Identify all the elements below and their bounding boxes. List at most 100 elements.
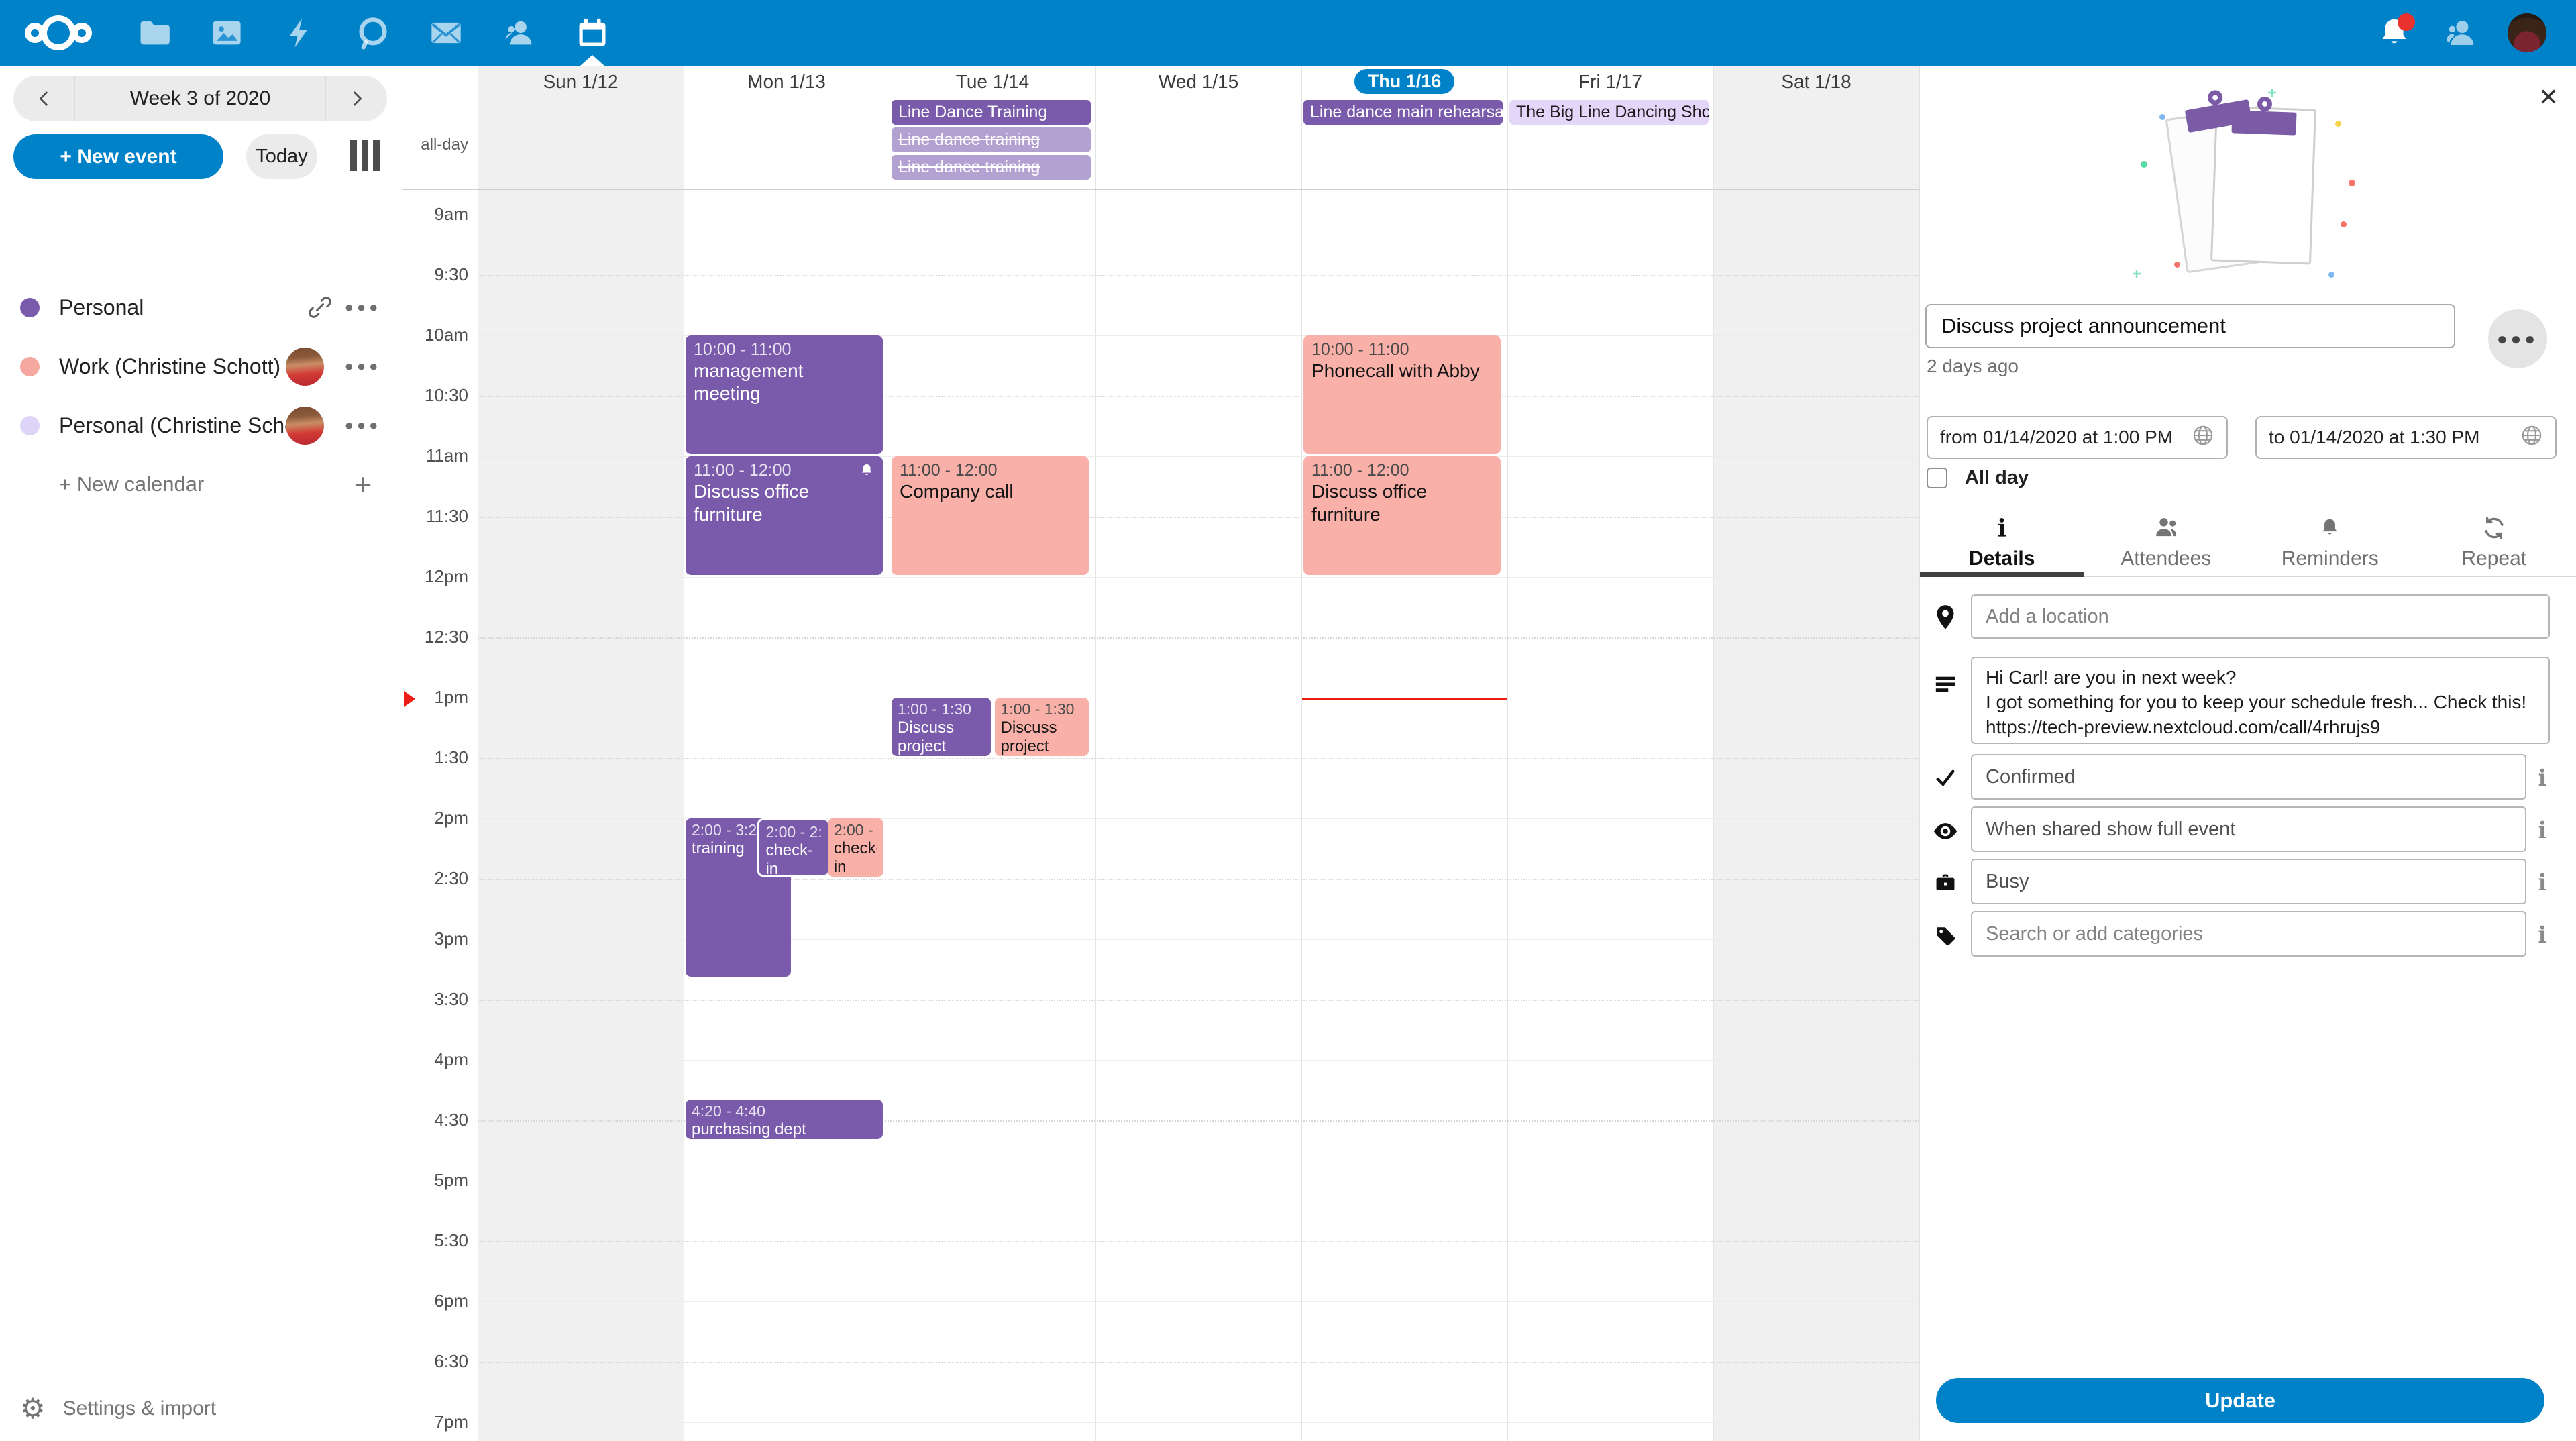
info-icon: i [1997, 517, 2006, 541]
time-label: 4:30 [402, 1110, 468, 1130]
freebusy-select[interactable]: Busy [1971, 859, 2526, 904]
time-label: 11am [402, 445, 468, 466]
calendar-event[interactable]: 4:20 - 4:40purchasing dept [686, 1100, 883, 1138]
mail-app-icon[interactable] [409, 0, 482, 66]
start-datetime-value: from 01/14/2020 at 1:00 PM [1940, 427, 2173, 448]
close-icon[interactable]: ✕ [2538, 83, 2559, 111]
freebusy-info-icon[interactable]: i [2528, 869, 2557, 896]
settings-import-button[interactable]: ⚙ Settings & import [20, 1387, 216, 1430]
day-header-mon[interactable]: Mon 1/13 [684, 66, 890, 97]
status-select[interactable]: Confirmed [1971, 754, 2526, 800]
event-title: management meeting [694, 360, 875, 405]
calendar-event[interactable]: 2:00 - 2:30check-in [828, 818, 883, 877]
calendar-event[interactable]: 2:00 - 2:30check-in [757, 818, 830, 877]
visibility-info-icon[interactable]: i [2528, 817, 2557, 844]
day-header-thu[interactable]: Thu 1/16 [1301, 66, 1507, 97]
contacts-app-icon[interactable] [482, 0, 555, 66]
calendar-event[interactable]: 1:00 - 1:30Discuss project [995, 698, 1089, 756]
calendar-event[interactable]: 10:00 - 11:00Phonecall with Abby [1303, 335, 1501, 454]
event-more-button[interactable]: ●●● [2488, 309, 2547, 368]
shared-by-avatar [286, 407, 324, 445]
calendar-item-personal-christine[interactable]: Personal (Christine Scho... ●●● [0, 396, 402, 455]
photos-app-icon[interactable] [190, 0, 263, 66]
today-button[interactable]: Today [246, 134, 317, 179]
time-label: 2:30 [402, 868, 468, 889]
day-header-fri[interactable]: Fri 1/17 [1507, 66, 1713, 97]
calendar-event[interactable]: 11:00 - 12:00Discuss office furniture [686, 456, 883, 575]
event-time: 10:00 - 11:00 [694, 339, 875, 360]
new-event-button[interactable]: + New event [13, 134, 223, 179]
grid-line [478, 1422, 1919, 1423]
share-link-icon[interactable] [299, 295, 341, 319]
calendar-actions-icon[interactable]: ●●● [341, 417, 384, 434]
notifications-bell-icon[interactable] [2376, 15, 2412, 51]
calendar-app-icon[interactable] [555, 0, 629, 66]
calendar-actions-icon[interactable]: ●●● [341, 299, 384, 316]
day-header-wed[interactable]: Wed 1/15 [1095, 66, 1301, 97]
current-time-line [1302, 698, 1507, 700]
event-time: 11:00 - 12:00 [1311, 460, 1493, 480]
start-datetime-field[interactable]: from 01/14/2020 at 1:00 PM [1927, 416, 2228, 459]
day-header-sat[interactable]: Sat 1/18 [1713, 66, 1919, 97]
categories-info-icon[interactable]: i [2528, 922, 2557, 949]
contacts-menu-icon[interactable] [2442, 15, 2478, 51]
allday-event[interactable]: Line dance main rehearsal [1303, 100, 1503, 125]
previous-week-button[interactable] [13, 76, 75, 121]
description-textarea[interactable]: Hi Carl! are you in next week? I got som… [1971, 657, 2550, 744]
allday-gutter-label: all-day [402, 136, 468, 154]
calendar-item-personal[interactable]: Personal ●●● [0, 278, 402, 337]
update-button[interactable]: Update [1936, 1378, 2544, 1423]
calendar-event[interactable]: 11:00 - 12:00Discuss office furniture [1303, 456, 1501, 575]
week-grid: Sun 1/12 Mon 1/13 Tue 1/14Wed 1/15Thu 1/16… [402, 66, 1919, 1441]
day-header-row: Sun 1/12 Mon 1/13 Tue 1/14Wed 1/15Thu 1/16… [402, 66, 1919, 97]
time-label: 12:30 [402, 627, 468, 647]
end-datetime-field[interactable]: to 01/14/2020 at 1:30 PM [2255, 416, 2557, 459]
timezone-globe-icon[interactable] [2192, 424, 2214, 451]
visibility-eye-icon [1931, 820, 1960, 843]
nextcloud-logo[interactable] [0, 0, 117, 66]
event-title: Discuss project [1001, 718, 1083, 756]
event-title: Discuss office furniture [694, 480, 875, 525]
allday-event[interactable]: Line dance training [892, 127, 1091, 152]
event-time: 1:00 - 1:30 [1001, 700, 1083, 718]
grid-line [478, 577, 1919, 578]
gear-icon: ⚙ [20, 1395, 46, 1423]
shared-by-avatar [286, 348, 324, 386]
calendar-event[interactable]: 11:00 - 12:00Company call [892, 456, 1089, 575]
day-header-sun[interactable]: Sun 1/12 [478, 66, 684, 97]
week-label[interactable]: Week 3 of 2020 [75, 87, 325, 110]
time-label: 7pm [402, 1411, 468, 1432]
logo-circle [41, 15, 76, 50]
tab-details[interactable]: i Details [1920, 507, 2084, 576]
categories-input[interactable] [1971, 911, 2526, 957]
allday-event[interactable]: Line dance training [892, 155, 1091, 180]
event-time: 2:00 - 2:30 [765, 823, 822, 841]
visibility-select[interactable]: When shared show full event [1971, 806, 2526, 852]
timezone-globe-icon[interactable] [2520, 424, 2543, 451]
day-column [478, 66, 684, 1441]
status-info-icon[interactable]: i [2528, 765, 2557, 792]
all-day-checkbox[interactable] [1927, 468, 1947, 488]
user-avatar[interactable] [2508, 13, 2546, 52]
view-toggle-icon[interactable] [350, 140, 380, 171]
day-header-tue[interactable]: Tue 1/14 [890, 66, 1095, 97]
day-header-label: Mon 1/13 [747, 71, 826, 93]
location-input[interactable] [1971, 594, 2550, 639]
allday-event[interactable]: The Big Line Dancing Show [1509, 100, 1709, 125]
new-calendar-button[interactable]: + New calendar + [0, 455, 402, 514]
next-week-button[interactable] [325, 76, 387, 121]
tab-reminders[interactable]: Reminders [2248, 507, 2412, 576]
allday-event[interactable]: Line Dance Training [892, 100, 1091, 125]
tab-attendees[interactable]: Attendees [2084, 507, 2249, 576]
talk-app-icon[interactable] [336, 0, 409, 66]
calendar-actions-icon[interactable]: ●●● [341, 358, 384, 375]
calendar-item-work-christine[interactable]: Work (Christine Schott) ●●● [0, 337, 402, 396]
activity-app-icon[interactable] [263, 0, 336, 66]
event-title-input[interactable] [1925, 304, 2455, 348]
tab-repeat[interactable]: Repeat [2412, 507, 2576, 576]
time-label: 2pm [402, 808, 468, 829]
status-value: Confirmed [1986, 766, 2076, 788]
calendar-event[interactable]: 1:00 - 1:30Discuss project announcement [892, 698, 991, 756]
calendar-event[interactable]: 10:00 - 11:00management meeting [686, 335, 883, 454]
files-app-icon[interactable] [117, 0, 190, 66]
